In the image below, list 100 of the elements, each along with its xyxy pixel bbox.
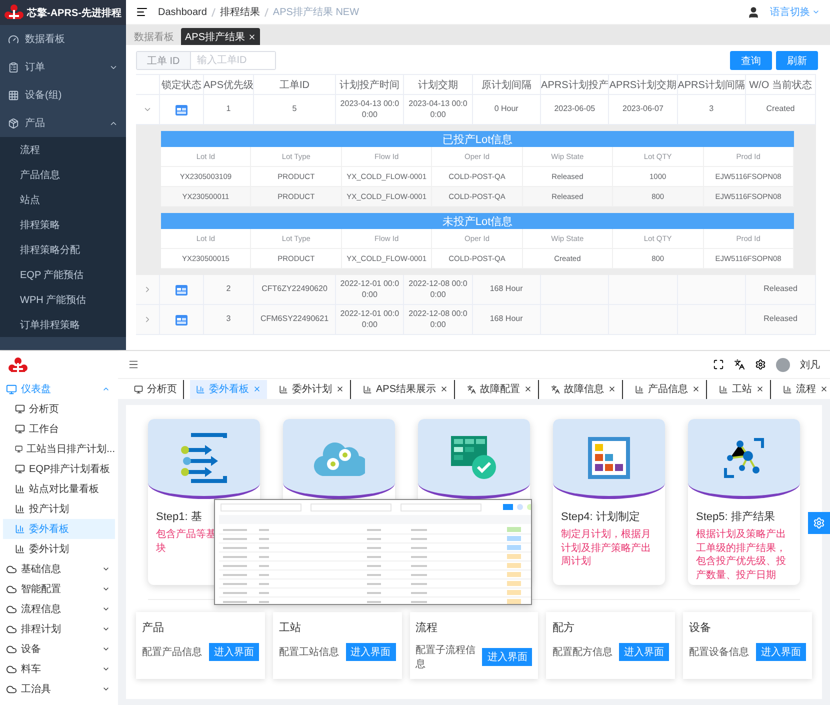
table-cell: 168 Hour xyxy=(472,275,541,304)
table-cell: 2023-04-13 00:00:00 xyxy=(404,95,473,124)
page-tab[interactable]: 委外计划 xyxy=(273,380,351,398)
chart-icon xyxy=(279,384,288,394)
chart-icon xyxy=(15,484,25,494)
page-tab[interactable]: 产品信息 xyxy=(629,380,708,398)
table-cell: CFT6ZY22490620 xyxy=(254,275,336,304)
page-tab[interactable]: 流程 xyxy=(777,380,830,398)
sidebar-group[interactable]: 排程计划 xyxy=(0,619,118,639)
cloud-icon xyxy=(6,664,17,674)
column-header: 原计划间隔 xyxy=(472,75,541,94)
logo-icon xyxy=(8,356,28,374)
column-header: 工单ID xyxy=(254,75,336,94)
close-icon[interactable] xyxy=(692,385,700,393)
close-icon[interactable] xyxy=(820,385,828,393)
section-title: 已投产Lot信息 xyxy=(161,131,794,147)
sidebar-subitem[interactable]: 产品信息 xyxy=(0,162,126,187)
module-title: 设备 xyxy=(689,621,712,635)
sidebar-item[interactable]: 工站当日排产计划... xyxy=(3,439,115,459)
sidebar-group[interactable]: 设备 xyxy=(0,639,118,659)
step-description: 块 xyxy=(155,542,167,555)
page-tab[interactable]: 分析页 xyxy=(128,380,184,398)
sidebar-group[interactable]: 流程信息 xyxy=(0,599,118,619)
page-tab[interactable]: 故障配置 xyxy=(461,380,540,398)
fullscreen-icon[interactable] xyxy=(713,359,724,370)
sidebar-item[interactable]: 分析页 xyxy=(3,399,115,419)
breadcrumb-link[interactable]: Dashboard xyxy=(158,6,207,18)
avatar[interactable] xyxy=(776,358,790,372)
sidebar-subitem[interactable]: 流程 xyxy=(0,137,126,162)
breadcrumb-link[interactable]: 排程结果 xyxy=(220,5,260,19)
close-icon[interactable] xyxy=(756,385,764,393)
chart-icon xyxy=(635,384,644,394)
step-title: Step1: 基 xyxy=(155,510,203,525)
step-description: 根据计划及策略产出工单级的排产结果，包含投产优先级、投产数量、投产日期 xyxy=(695,528,787,582)
chart-icon xyxy=(196,384,205,394)
table-cell: 2023-04-13 00:00:00 xyxy=(336,95,404,124)
sidebar-group[interactable]: 料车 xyxy=(0,659,118,679)
chevron-down-icon[interactable] xyxy=(143,105,152,114)
page-tab[interactable]: 工站 xyxy=(713,380,772,398)
table-cell: 2022-12-08 00:00:00 xyxy=(404,305,473,334)
translate-icon xyxy=(467,384,476,394)
sidebar-subitem[interactable]: WPH 产能预估 xyxy=(0,287,126,312)
sidebar-item[interactable]: EQP排产计划看板 xyxy=(3,459,115,479)
module-title: 工站 xyxy=(278,621,302,635)
cloud-icon xyxy=(6,584,17,594)
close-icon[interactable] xyxy=(440,385,448,393)
page-tab[interactable]: 故障信息 xyxy=(545,380,624,398)
monitor-icon xyxy=(15,464,25,474)
user-icon[interactable] xyxy=(747,6,760,18)
settings-icon[interactable] xyxy=(755,359,766,370)
sidebar-subitem[interactable]: 订单排程策略 xyxy=(0,312,126,337)
column-header: 计划交期 xyxy=(404,75,473,94)
module-description: 配置工站信息 xyxy=(278,646,340,659)
calendar-icon[interactable] xyxy=(175,284,188,296)
translate-icon[interactable] xyxy=(734,359,745,370)
close-icon[interactable] xyxy=(336,385,344,393)
sidebar-group[interactable]: 基础信息 xyxy=(0,559,118,579)
column-header: 锁定状态 xyxy=(160,75,204,94)
sidebar-subitem[interactable]: 排程策略分配 xyxy=(0,237,126,262)
sidebar-group[interactable]: 智能配置 xyxy=(0,579,118,599)
module-title: 流程 xyxy=(416,620,439,635)
close-icon[interactable] xyxy=(248,32,256,40)
column-header: APS优先级 xyxy=(204,75,254,94)
table-cell: 2022-12-01 00:00:00 xyxy=(336,275,404,304)
settings-icon xyxy=(813,517,825,529)
app-title: 芯擎-APRS-先进排程 xyxy=(27,6,122,20)
chevron-right-icon[interactable] xyxy=(143,315,152,324)
sidebar-item[interactable]: 工作台 xyxy=(3,419,115,439)
calendar-icon[interactable] xyxy=(175,314,188,326)
flow-arrows-icon xyxy=(179,430,229,484)
table-cell: 2022-12-08 00:00:00 xyxy=(404,275,473,304)
sidebar-subitem[interactable]: EQP 产能预估 xyxy=(0,262,126,287)
chart-icon xyxy=(719,384,728,394)
chevron-right-icon[interactable] xyxy=(143,285,152,294)
close-icon[interactable] xyxy=(608,385,616,393)
cloud-icon xyxy=(6,564,17,574)
page-tab[interactable]: APS结果展示 xyxy=(357,380,456,398)
sidebar-subitem[interactable]: 排程策略 xyxy=(0,212,126,237)
calendar-icon[interactable] xyxy=(175,104,188,116)
close-icon[interactable] xyxy=(524,385,532,393)
module-description: 配置产品信息 xyxy=(142,646,203,659)
module-title: 产品 xyxy=(142,620,165,635)
chart-icon xyxy=(15,544,25,554)
sidebar-item[interactable]: 站点对比量看板 xyxy=(3,479,115,499)
sidebar-item[interactable]: 投产计划 xyxy=(3,499,115,519)
sidebar-subitem[interactable]: 站点 xyxy=(0,187,126,212)
cloud-icon xyxy=(6,644,17,654)
settings-button[interactable] xyxy=(808,512,830,534)
table-cell: Released xyxy=(746,275,816,304)
page-tag[interactable]: APS排产结果 xyxy=(181,28,260,45)
table-cell: 0 Hour xyxy=(472,95,541,124)
cloud-icon xyxy=(6,604,17,614)
sidebar-item[interactable]: 委外计划 xyxy=(3,539,115,559)
logo-icon xyxy=(4,4,24,21)
user-name[interactable]: 刘凡 xyxy=(800,358,820,372)
table-cell: 2022-12-01 00:00:00 xyxy=(336,305,404,334)
sidebar-group[interactable]: 工治具 xyxy=(0,679,118,699)
table-cell: 168 Hour xyxy=(472,305,541,334)
table-cell: 5 xyxy=(254,95,336,124)
table-cell: Created xyxy=(746,95,816,124)
